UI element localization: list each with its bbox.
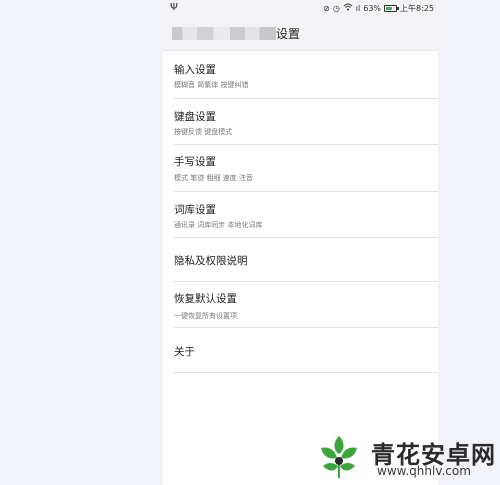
item-subtitle: 按键反馈 键盘模式 xyxy=(174,128,233,136)
battery-icon xyxy=(384,4,400,12)
item-title: 手写设置 xyxy=(174,156,216,168)
item-title: 隐私及权限说明 xyxy=(174,255,248,267)
settings-item-keyboard[interactable]: 键盘设置 按键反馈 键盘模式 xyxy=(173,99,438,145)
settings-item-input[interactable]: 输入设置 模糊音 简繁体 按键纠错 xyxy=(173,51,438,99)
status-bar: Ψ ⊘ ◷ ıl 63% 上午8:25 xyxy=(163,0,438,16)
battery-percent: 63% xyxy=(363,3,382,13)
settings-list: 输入设置 模糊音 简繁体 按键纠错 键盘设置 按键反馈 键盘模式 手写设置 模式… xyxy=(173,51,438,373)
item-title: 关于 xyxy=(174,346,195,358)
item-subtitle: 通讯录 词库同步 本地化词库 xyxy=(174,221,263,229)
page-title: 设置 xyxy=(276,27,301,41)
no-disturb-icon: ⊘ xyxy=(323,3,330,13)
item-title: 恢复默认设置 xyxy=(174,293,237,305)
wifi-icon xyxy=(343,3,353,13)
settings-item-dictionary[interactable]: 词库设置 通讯录 词库同步 本地化词库 xyxy=(173,192,438,238)
signal-icon: ıl xyxy=(355,3,361,13)
item-title: 输入设置 xyxy=(174,64,216,76)
phone-screen: Ψ ⊘ ◷ ıl 63% 上午8:25 设置 输入设置 模糊音 简繁体 按键纠错… xyxy=(163,0,438,485)
watermark: 青花安卓网 www.qhhlv.com xyxy=(313,432,495,480)
alarm-icon: ◷ xyxy=(332,3,340,13)
watermark-url: www.qhhlv.com xyxy=(377,464,471,478)
item-subtitle: 一键恢复所有设置项 xyxy=(174,312,237,320)
clock: 上午8:25 xyxy=(400,3,434,13)
item-subtitle: 模式 笔迹 粗细 速度 注音 xyxy=(174,174,253,182)
title-bar: 设置 xyxy=(163,16,438,51)
obscured-title xyxy=(172,27,276,40)
leaf-logo-icon xyxy=(321,436,357,478)
item-subtitle: 模糊音 简繁体 按键纠错 xyxy=(174,81,249,89)
settings-item-reset[interactable]: 恢复默认设置 一键恢复所有设置项 xyxy=(173,282,438,328)
settings-item-privacy[interactable]: 隐私及权限说明 xyxy=(173,238,438,282)
usb-icon: Ψ xyxy=(170,2,178,13)
item-title: 键盘设置 xyxy=(174,111,216,123)
settings-item-about[interactable]: 关于 xyxy=(173,328,438,373)
item-title: 词库设置 xyxy=(174,204,216,216)
status-icons: ⊘ ◷ ıl 63% 上午8:25 xyxy=(323,3,434,13)
settings-item-handwriting[interactable]: 手写设置 模式 笔迹 粗细 速度 注音 xyxy=(173,145,438,192)
battery-fill xyxy=(386,6,392,10)
